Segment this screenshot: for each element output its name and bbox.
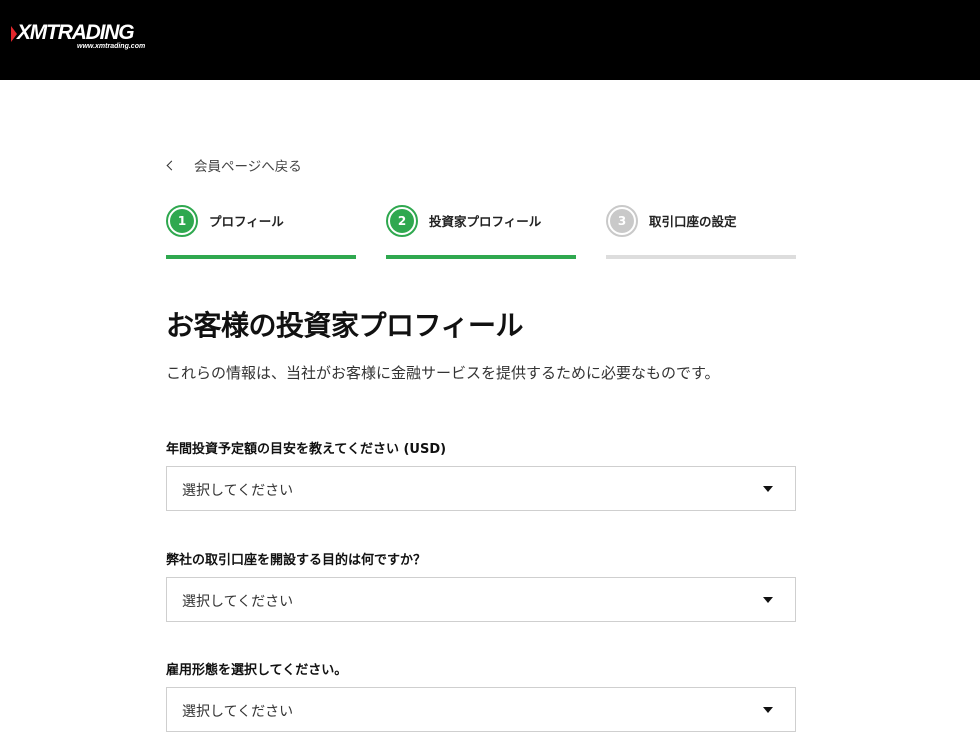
- step-progress-bar: [386, 255, 576, 259]
- employment-status-select[interactable]: 選択してください: [166, 687, 796, 732]
- back-link-label: 会員ページへ戻る: [194, 159, 302, 175]
- xmtrading-logo[interactable]: XMTRADING www.xmtrading.com: [11, 21, 161, 56]
- account-purpose-select[interactable]: 選択してください: [166, 577, 796, 622]
- logo-text: XMTRADING: [17, 21, 135, 44]
- annual-investment-label: 年間投資予定額の目安を教えてください (USD): [166, 442, 447, 457]
- account-purpose-label: 弊社の取引口座を開設する目的は何ですか？: [166, 553, 427, 568]
- step-label: 投資家プロフィール: [429, 214, 542, 229]
- step-profile: 1 プロフィール: [166, 204, 356, 260]
- step-investor-profile: 2 投資家プロフィール: [386, 204, 576, 260]
- logo-url: www.xmtrading.com: [77, 43, 146, 50]
- page-subtitle: これらの情報は、当社がお客様に金融サービスを提供するために必要なものです。: [166, 364, 720, 382]
- step-account-settings: 3 取引口座の設定: [606, 204, 796, 260]
- step-label: 取引口座の設定: [649, 214, 737, 229]
- progress-steps: 1 プロフィール 2 投資家プロフィール 3 取引口座の設定: [166, 204, 796, 260]
- back-to-member-page-link[interactable]: 会員ページへ戻る: [166, 156, 302, 175]
- select-value: 選択してください: [182, 483, 294, 499]
- caret-down-icon: [763, 597, 773, 603]
- chevron-left-icon: [166, 160, 177, 170]
- step-number-badge: 2: [386, 204, 418, 237]
- step-number-badge: 3: [606, 204, 638, 237]
- top-header: XMTRADING www.xmtrading.com: [0, 0, 980, 80]
- annual-investment-select[interactable]: 選択してください: [166, 466, 796, 511]
- step-number-badge: 1: [166, 204, 198, 237]
- caret-down-icon: [763, 486, 773, 492]
- step-progress-bar: [606, 255, 796, 259]
- page-title: お客様の投資家プロフィール: [166, 309, 523, 342]
- select-value: 選択してください: [182, 594, 294, 610]
- caret-down-icon: [763, 707, 773, 713]
- employment-status-label: 雇用形態を選択してください。: [166, 663, 348, 678]
- select-value: 選択してください: [182, 704, 294, 720]
- step-progress-bar: [166, 255, 356, 259]
- step-label: プロフィール: [209, 214, 284, 229]
